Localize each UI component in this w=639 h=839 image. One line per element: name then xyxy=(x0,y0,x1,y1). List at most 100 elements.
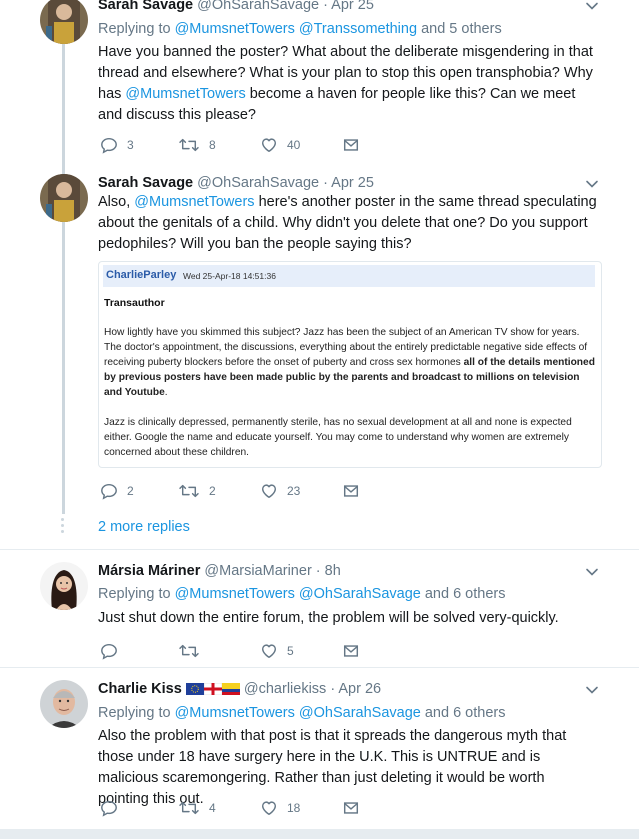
mention-link[interactable]: @MumsnetTowers xyxy=(134,194,254,210)
bottom-separator xyxy=(0,829,639,839)
forum-username: CharlieParley xyxy=(106,269,177,281)
retweet-button[interactable]: 8 xyxy=(178,136,216,154)
reply-button[interactable] xyxy=(100,799,118,817)
display-name[interactable]: Sarah Savage xyxy=(98,175,193,191)
tweet-text: Just shut down the entire forum, the pro… xyxy=(98,610,559,626)
mention-link[interactable]: @MumsnetTowers xyxy=(125,86,245,102)
message-icon xyxy=(342,642,360,660)
like-icon xyxy=(260,642,278,660)
message-button[interactable] xyxy=(342,799,360,817)
divider xyxy=(0,549,639,550)
like-button[interactable]: 23 xyxy=(260,482,300,500)
tweet-actions: 3 8 40 xyxy=(100,136,400,156)
avatar[interactable] xyxy=(40,174,88,222)
reply-button[interactable] xyxy=(100,642,118,660)
retweet-icon xyxy=(178,136,200,154)
replying-to: Replying to @MumsnetTowers @OhSarahSavag… xyxy=(98,586,505,602)
mention-link[interactable]: @MumsnetTowers xyxy=(175,21,295,37)
like-count: 18 xyxy=(287,801,301,815)
like-button[interactable]: 5 xyxy=(260,642,294,660)
retweet-button[interactable]: 4 xyxy=(178,799,216,817)
handle-and-time[interactable]: @charliekiss · Apr 26 xyxy=(244,681,381,697)
tweet-header: Mársia Máriner @MarsiaMariner · 8h xyxy=(98,563,341,579)
others-link[interactable]: and 6 others xyxy=(421,586,506,602)
eu-flag-icon xyxy=(185,683,204,695)
message-icon xyxy=(342,482,360,500)
thread-dots xyxy=(61,518,64,536)
reply-button[interactable]: 2 xyxy=(100,482,134,500)
england-flag-icon xyxy=(203,683,222,695)
tweet-text: Have you banned the poster? What about t… xyxy=(98,42,598,126)
reply-icon xyxy=(100,642,118,660)
like-count: 40 xyxy=(287,138,301,152)
message-button[interactable] xyxy=(342,642,360,660)
chevron-down-icon[interactable] xyxy=(584,682,600,698)
replying-to: Replying to @MumsnetTowers @Transsomethi… xyxy=(98,21,502,37)
retweet-button[interactable]: 2 xyxy=(178,482,216,500)
tweet-actions: 2 2 23 xyxy=(100,482,400,502)
retweet-count: 8 xyxy=(209,138,216,152)
handle-and-time[interactable]: @OhSarahSavage · Apr 25 xyxy=(197,175,374,191)
retweet-button[interactable] xyxy=(178,642,200,660)
reply-icon xyxy=(100,482,118,500)
like-button[interactable]: 40 xyxy=(260,136,300,154)
mention-link[interactable]: @OhSarahSavage xyxy=(299,705,421,721)
handle-and-time[interactable]: @OhSarahSavage · Apr 25 xyxy=(197,0,374,13)
like-icon xyxy=(260,799,278,817)
message-icon xyxy=(342,136,360,154)
like-count: 23 xyxy=(287,484,301,498)
chevron-down-icon[interactable] xyxy=(584,564,600,580)
attached-image[interactable]: CharlieParley Wed 25-Apr-18 14:51:36 Tra… xyxy=(98,261,602,468)
like-count: 5 xyxy=(287,644,294,658)
mention-link[interactable]: @MumsnetTowers xyxy=(175,586,295,602)
replying-to-prefix: Replying to xyxy=(98,21,175,37)
forum-quoted-user: Transauthor xyxy=(104,297,165,309)
tweet-header: Charlie Kiss @charliekiss · Apr 26 xyxy=(98,681,381,697)
display-name[interactable]: Sarah Savage xyxy=(98,0,193,13)
forum-post-body: How lightly have you skimmed this subjec… xyxy=(104,325,596,467)
display-name[interactable]: Mársia Máriner xyxy=(98,563,200,579)
like-button[interactable]: 18 xyxy=(260,799,300,817)
replying-to-prefix: Replying to xyxy=(98,586,175,602)
reply-count: 2 xyxy=(127,484,134,498)
mention-link[interactable]: @OhSarahSavage xyxy=(299,586,421,602)
like-icon xyxy=(260,482,278,500)
colombia-flag-icon xyxy=(221,683,240,695)
message-button[interactable] xyxy=(342,482,360,500)
others-link[interactable]: and 6 others xyxy=(421,705,506,721)
handle-and-time[interactable]: @MarsiaMariner · 8h xyxy=(204,563,340,579)
divider xyxy=(0,667,639,668)
message-button[interactable] xyxy=(342,136,360,154)
retweet-icon xyxy=(178,799,200,817)
tweet-actions: 4 18 xyxy=(100,799,400,819)
avatar[interactable] xyxy=(40,0,88,44)
reply-icon xyxy=(100,136,118,154)
tweet-text: Also the problem with that post is that … xyxy=(98,728,567,807)
message-icon xyxy=(342,799,360,817)
chevron-down-icon[interactable] xyxy=(584,0,600,14)
more-replies-link[interactable]: 2 more replies xyxy=(98,519,190,535)
retweet-icon xyxy=(178,642,200,660)
text-part: Also, xyxy=(98,194,135,210)
thread-line xyxy=(62,44,65,514)
like-icon xyxy=(260,136,278,154)
reply-count: 3 xyxy=(127,138,134,152)
forum-paragraph: Jazz is clinically depressed, permanentl… xyxy=(104,417,572,458)
others-link[interactable]: and 5 others xyxy=(417,21,502,37)
chevron-down-icon[interactable] xyxy=(584,176,600,192)
retweet-count: 4 xyxy=(209,801,216,815)
retweet-count: 2 xyxy=(209,484,216,498)
reply-button[interactable]: 3 xyxy=(100,136,134,154)
display-name[interactable]: Charlie Kiss xyxy=(98,681,182,697)
forum-post-date: Wed 25-Apr-18 14:51:36 xyxy=(183,271,276,281)
avatar[interactable] xyxy=(40,562,88,610)
forum-post-header: CharlieParley Wed 25-Apr-18 14:51:36 xyxy=(103,265,595,287)
tweet-text: Also, @MumsnetTowers here's another post… xyxy=(98,192,598,255)
replying-to-prefix: Replying to xyxy=(98,705,175,721)
mention-link[interactable]: @MumsnetTowers xyxy=(175,705,295,721)
tweet-header: Sarah Savage @OhSarahSavage · Apr 25 xyxy=(98,175,374,191)
retweet-icon xyxy=(178,482,200,500)
mention-link[interactable]: @Transsomething xyxy=(299,21,417,37)
avatar[interactable] xyxy=(40,680,88,728)
replying-to: Replying to @MumsnetTowers @OhSarahSavag… xyxy=(98,705,505,721)
